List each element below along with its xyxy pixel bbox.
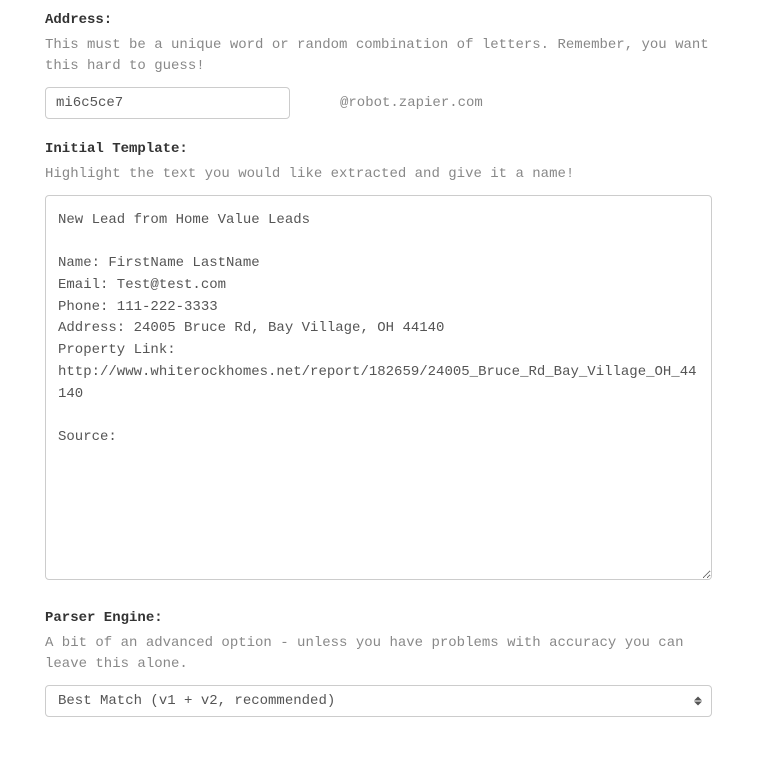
address-input-row: @robot.zapier.com	[45, 87, 712, 119]
address-domain-suffix: @robot.zapier.com	[340, 93, 483, 114]
parser-select-wrapper: Best Match (v1 + v2, recommended)	[45, 685, 712, 717]
address-input[interactable]	[45, 87, 290, 119]
template-help-text: Highlight the text you would like extrac…	[45, 164, 712, 185]
address-help-text: This must be a unique word or random com…	[45, 35, 712, 77]
template-field-group: Initial Template: Highlight the text you…	[45, 139, 712, 588]
template-textarea[interactable]	[45, 195, 712, 580]
parser-label: Parser Engine:	[45, 608, 712, 629]
address-field-group: Address: This must be a unique word or r…	[45, 10, 712, 119]
parser-help-text: A bit of an advanced option - unless you…	[45, 633, 712, 675]
address-label: Address:	[45, 10, 712, 31]
template-label: Initial Template:	[45, 139, 712, 160]
parser-engine-select[interactable]: Best Match (v1 + v2, recommended)	[45, 685, 712, 717]
parser-field-group: Parser Engine: A bit of an advanced opti…	[45, 608, 712, 717]
